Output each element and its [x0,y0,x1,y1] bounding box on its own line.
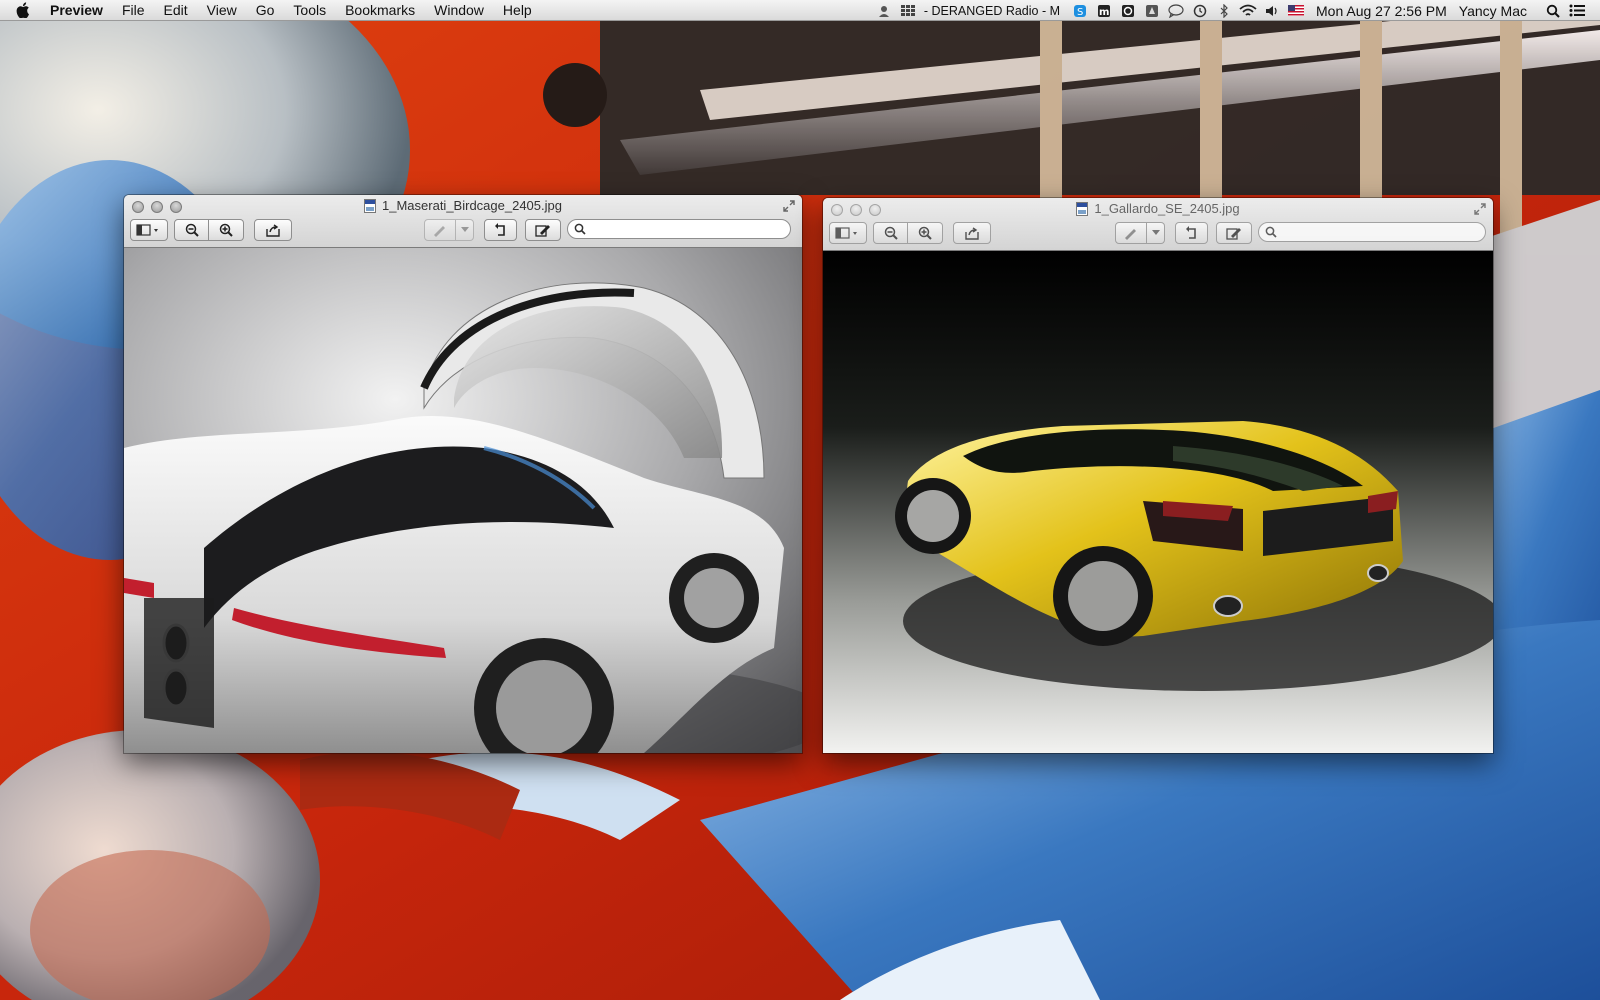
apple-icon[interactable] [16,2,36,18]
image-canvas-maserati[interactable] [124,248,802,753]
rotate-icon [1185,226,1196,239]
zoom-out-icon [185,223,199,237]
menu-view[interactable]: View [207,0,237,21]
grid-icon[interactable] [899,2,917,20]
menu-bookmarks[interactable]: Bookmarks [345,0,415,21]
edit-button[interactable] [1216,222,1252,244]
lamborghini-gallardo-image [823,251,1493,753]
search-field[interactable] [1258,222,1486,242]
menu-go[interactable]: Go [256,0,275,21]
share-button[interactable] [953,222,991,244]
zoom-in-icon [918,226,932,240]
sidebar-view-icon [136,224,158,236]
menu-file[interactable]: File [122,0,145,21]
flag-icon[interactable] [1287,2,1305,20]
wifi-icon[interactable] [1239,2,1257,20]
spotlight-icon[interactable] [1544,2,1562,20]
zoom-in-icon [219,223,233,237]
chat-icon[interactable] [1167,2,1185,20]
menu-preview[interactable]: Preview [50,0,103,21]
skype-icon[interactable]: S [1071,2,1089,20]
jpeg-document-icon [1076,201,1089,216]
box-icon[interactable] [1119,2,1137,20]
annotate-menu-button[interactable] [456,219,474,241]
menubar-clock[interactable]: Mon Aug 27 2:56 PM [1316,3,1447,19]
zoom-in-button[interactable] [908,222,943,244]
app-icon[interactable] [1143,2,1161,20]
menu-window[interactable]: Window [434,0,484,21]
image-canvas-gallardo[interactable] [823,251,1493,753]
chevron-down-icon [460,227,469,232]
search-icon [1265,226,1277,238]
share-button[interactable] [254,219,292,241]
edit-icon [1226,228,1241,240]
sidebar-view-icon [835,227,857,239]
zoom-out-button[interactable] [873,222,908,244]
bluetooth-icon[interactable] [1215,2,1233,20]
person-icon[interactable] [875,2,893,20]
zoom-out-icon [884,226,898,240]
window-titlebar[interactable]: 1_Maserati_Birdcage_2405.jpg [124,195,802,248]
search-field[interactable] [567,219,791,239]
preview-window-maserati[interactable]: 1_Maserati_Birdcage_2405.jpg [124,195,802,753]
search-input[interactable] [590,221,778,237]
menu-help[interactable]: Help [503,0,532,21]
rotate-icon [494,223,505,236]
sidebar-view-button[interactable] [829,222,867,244]
menu-edit[interactable]: Edit [164,0,188,21]
fullscreen-icon[interactable] [1473,202,1487,216]
share-icon [266,224,280,237]
menu-tools[interactable]: Tools [293,0,326,21]
volume-icon[interactable] [1263,2,1281,20]
annotate-icon [434,226,445,237]
window-titlebar[interactable]: 1_Gallardo_SE_2405.jpg [823,198,1493,251]
rotate-button[interactable] [1175,222,1208,244]
zoom-in-button[interactable] [209,219,244,241]
svg-text:m: m [1099,7,1109,18]
m-icon[interactable]: m [1095,2,1113,20]
annotate-icon [1125,229,1136,240]
svg-text:S: S [1077,7,1083,18]
edit-button[interactable] [525,219,561,241]
menu-bar: Preview File Edit View Go Tools Bookmark… [0,0,1600,21]
jpeg-document-icon [364,198,377,213]
sidebar-view-button[interactable] [130,219,168,241]
window-title: 1_Gallardo_SE_2405.jpg [1094,201,1240,216]
now-playing-text[interactable]: - DERANGED Radio - M [924,4,1060,18]
annotate-button[interactable] [1115,222,1147,244]
search-input[interactable] [1281,224,1472,240]
share-icon [965,227,979,240]
time-machine-icon[interactable] [1191,2,1209,20]
zoom-out-button[interactable] [174,219,209,241]
fullscreen-icon[interactable] [782,199,796,213]
annotate-menu-button[interactable] [1147,222,1165,244]
rotate-button[interactable] [484,219,517,241]
preview-window-gallardo[interactable]: 1_Gallardo_SE_2405.jpg [823,198,1493,753]
maserati-birdcage-image [124,248,802,753]
annotate-button[interactable] [424,219,456,241]
window-title: 1_Maserati_Birdcage_2405.jpg [382,198,562,213]
edit-icon [535,225,550,237]
list-icon[interactable] [1568,2,1586,20]
chevron-down-icon [1151,230,1160,235]
search-icon [574,223,586,235]
user-name[interactable]: Yancy Mac [1459,3,1527,19]
